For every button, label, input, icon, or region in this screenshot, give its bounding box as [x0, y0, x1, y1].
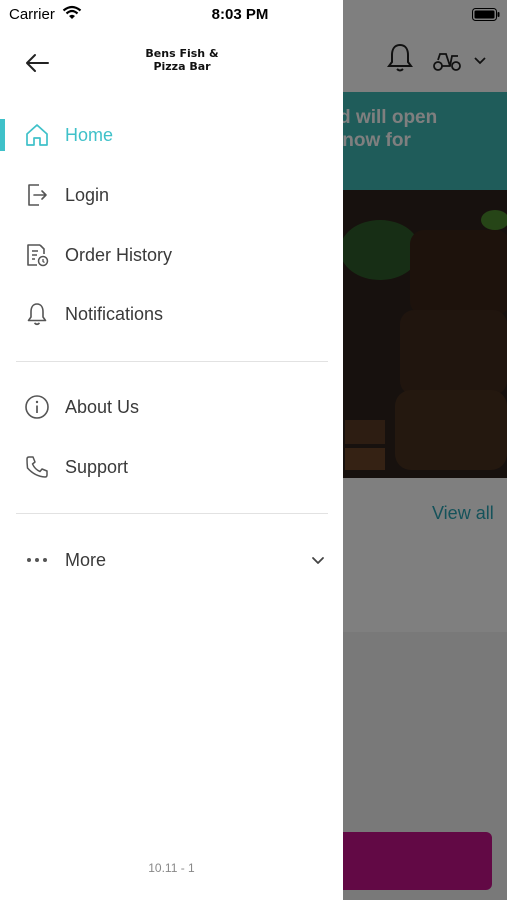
- more-dots-icon: [23, 546, 51, 574]
- order-history-icon: [23, 241, 51, 269]
- bell-icon: [23, 300, 51, 328]
- menu-item-label: Login: [65, 184, 110, 205]
- status-time: 8:03 PM: [211, 6, 269, 23]
- battery-icon: [472, 8, 500, 21]
- chevron-down-icon[interactable]: [309, 551, 327, 569]
- menu-item-label: More: [65, 549, 107, 570]
- menu-item-label: Notifications: [65, 303, 164, 324]
- phone-icon: [23, 453, 51, 481]
- menu-item-home[interactable]: Home: [0, 109, 343, 161]
- menu-item-label: Support: [65, 456, 129, 477]
- menu-item-label: About Us: [65, 396, 140, 417]
- status-bar: Carrier 8:03 PM: [0, 0, 507, 28]
- menu-divider: [16, 361, 328, 362]
- menu-item-order-history[interactable]: Order History: [0, 229, 343, 281]
- menu-item-notifications[interactable]: Notifications: [0, 288, 343, 340]
- menu-item-label: Order History: [65, 244, 173, 265]
- menu-item-about-us[interactable]: About Us: [0, 381, 343, 433]
- navigation-drawer: Bens Fish & Pizza Bar Home Login Order H…: [0, 0, 343, 900]
- menu-item-more[interactable]: More: [0, 534, 343, 586]
- arrow-left-icon: [26, 54, 49, 72]
- back-button[interactable]: [22, 48, 52, 78]
- restaurant-logo: Bens Fish & Pizza Bar: [145, 47, 219, 73]
- home-icon: [23, 121, 51, 149]
- app-version: 10.11 - 1: [148, 861, 195, 875]
- drawer-header: Bens Fish & Pizza Bar: [0, 28, 343, 92]
- menu-item-support[interactable]: Support: [0, 441, 343, 493]
- info-icon: [23, 393, 51, 421]
- menu-item-login[interactable]: Login: [0, 169, 343, 221]
- login-icon: [23, 181, 51, 209]
- menu-divider: [16, 513, 328, 514]
- menu-item-label: Home: [65, 124, 114, 145]
